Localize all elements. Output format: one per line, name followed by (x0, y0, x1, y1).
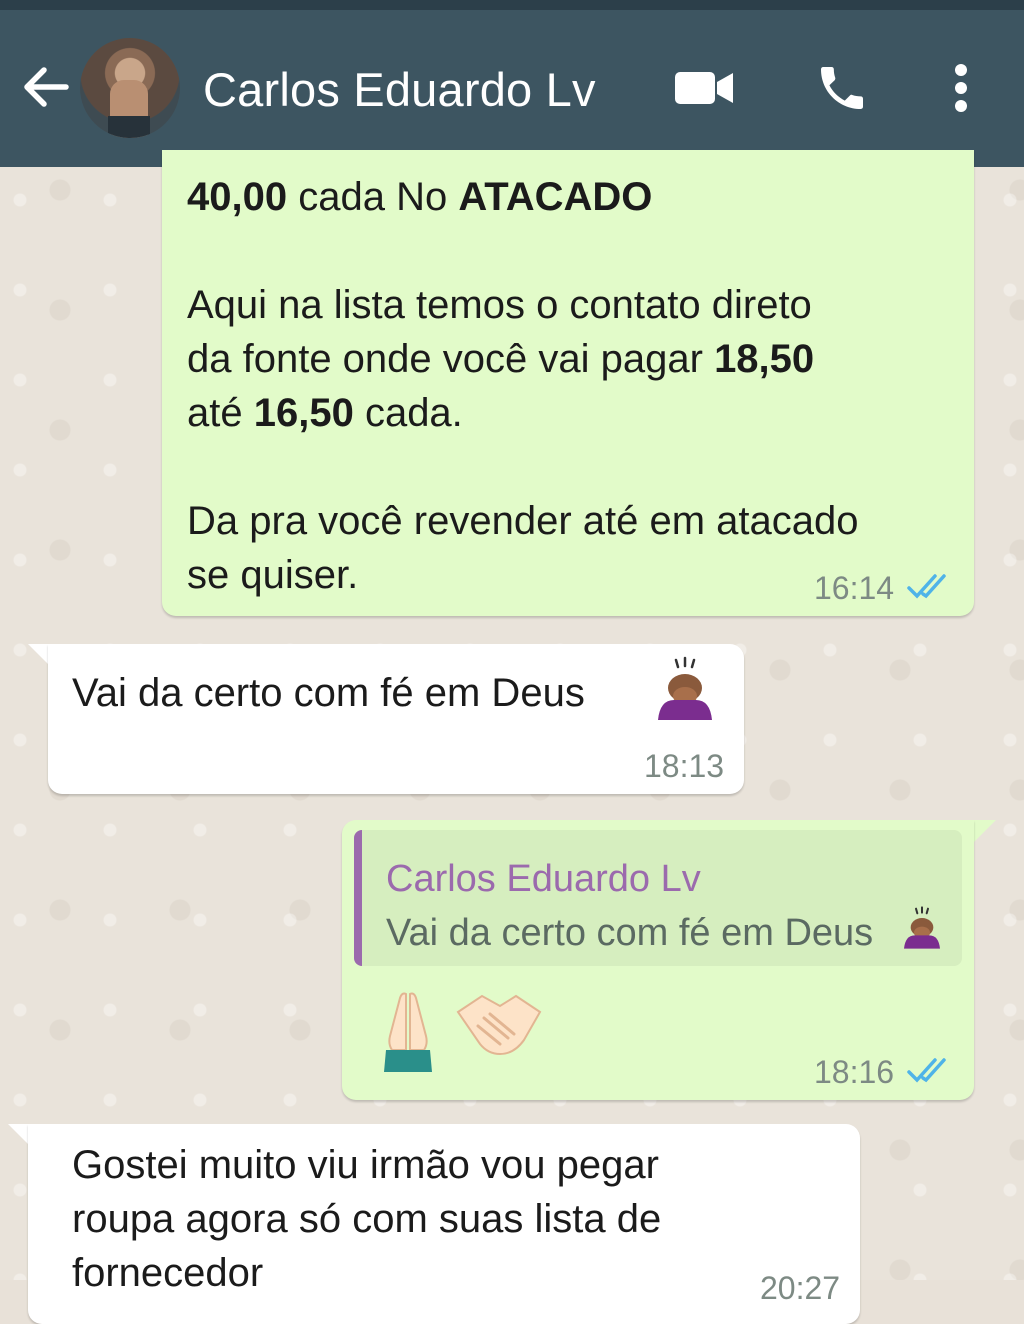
voice-call-button[interactable] (806, 52, 878, 124)
message-line: Gostei muito viu irmão vou pegar (72, 1143, 659, 1187)
bubble-tail (974, 820, 996, 842)
quote-author: Carlos Eduardo Lv (386, 858, 701, 900)
message-line: roupa agora só com suas lista de (72, 1197, 662, 1241)
read-ticks-icon (907, 1058, 946, 1083)
more-vert-icon (955, 64, 967, 112)
message-time: 16:14 (814, 570, 895, 606)
message-time: 20:27 (760, 1270, 841, 1306)
bubble-tail (28, 644, 50, 666)
message-text: Vai da certo com fé em Deus (72, 671, 585, 715)
message-line: se quiser. (187, 553, 359, 597)
video-call-button[interactable] (668, 52, 740, 124)
quote-accent-bar (354, 830, 362, 966)
quote-text: Vai da certo com fé em Deus (386, 912, 874, 954)
message-line: fornecedor (72, 1251, 264, 1295)
handshake-icon (456, 994, 542, 1056)
message-line: Aqui na lista temos o contato direto (187, 283, 812, 327)
message-bubble-incoming[interactable]: Vai da certo com fé em Deus 18:13 (48, 644, 744, 794)
more-options-button[interactable] (925, 52, 997, 124)
message-time: 18:16 (814, 1054, 895, 1090)
message-bubble-outgoing[interactable]: Carlos Eduardo Lv Vai da certo com fé em… (342, 820, 974, 1100)
message-line: até 16,50 cada. (187, 391, 463, 435)
message-bubble-outgoing[interactable]: 40,00 cada No ATACADO Aqui na lista temo… (162, 150, 974, 616)
video-camera-icon (675, 72, 733, 104)
avatar[interactable] (80, 38, 180, 138)
message-line: Da pra você revender até em atacado (187, 499, 859, 543)
bubble-tail (8, 1124, 30, 1146)
contact-name[interactable]: Carlos Eduardo Lv (203, 62, 596, 117)
read-ticks-icon (907, 574, 946, 599)
person-bowing-icon (904, 906, 940, 949)
message-bubble-incoming[interactable]: Gostei muito viu irmão vou pegar roupa a… (28, 1124, 860, 1324)
message-line: 40,00 cada No ATACADO (187, 175, 653, 219)
folded-hands-icon (384, 992, 432, 1072)
phone-icon (821, 67, 863, 109)
message-line: da fonte onde você vai pagar 18,50 (187, 337, 815, 381)
back-button[interactable] (18, 60, 72, 114)
quoted-message[interactable]: Carlos Eduardo Lv Vai da certo com fé em… (354, 830, 962, 966)
chat-header: Carlos Eduardo Lv (0, 10, 1024, 167)
message-time: 18:13 (644, 748, 725, 784)
person-bowing-icon (658, 656, 712, 720)
arrow-left-icon (24, 67, 69, 107)
status-bar (0, 0, 1024, 10)
